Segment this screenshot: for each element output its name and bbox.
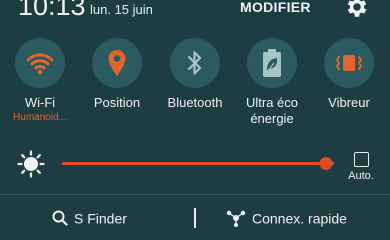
brightness-thumb[interactable] — [319, 157, 333, 170]
tile-ultra-eco-circle[interactable] — [247, 38, 297, 88]
clock: 10:13 — [18, 0, 86, 21]
wifi-icon — [26, 53, 54, 75]
search-icon — [52, 210, 68, 226]
tile-wifi-circle[interactable] — [15, 38, 65, 88]
tile-vibreur[interactable]: Vibreur — [312, 38, 386, 111]
location-pin-icon — [108, 50, 126, 76]
auto-brightness-label: Auto. — [348, 170, 374, 182]
tile-ultra-eco[interactable]: Ultra éco énergie — [235, 38, 309, 127]
vibrate-icon — [336, 55, 362, 71]
bluetooth-icon — [187, 51, 202, 75]
auto-brightness-toggle[interactable]: Auto. — [344, 152, 378, 182]
date: lun. 15 juin — [90, 2, 153, 17]
tile-position-label: Position — [93, 95, 141, 110]
quick-connect-icon — [226, 211, 246, 228]
tile-ultra-eco-label: Ultra éco énergie — [245, 95, 299, 126]
tile-wifi-network: Humanoid... — [13, 112, 67, 123]
auto-brightness-checkbox[interactable] — [353, 152, 369, 167]
tile-position-circle[interactable] — [92, 38, 142, 88]
tile-wifi[interactable]: Wi-Fi Humanoid... — [3, 38, 77, 124]
tile-bluetooth-circle[interactable] — [170, 38, 220, 88]
tile-bluetooth-label: Bluetooth — [167, 95, 223, 110]
tile-vibreur-circle[interactable] — [324, 38, 374, 88]
tile-bluetooth[interactable]: Bluetooth — [158, 38, 232, 111]
bottom-bar: S Finder Connex. rapide — [0, 195, 390, 228]
tile-vibreur-label: Vibreur — [328, 95, 370, 110]
sfinder-button[interactable]: S Finder — [52, 209, 127, 226]
brightness-slider[interactable] — [62, 157, 334, 171]
quick-connect-button[interactable]: Connex. rapide — [226, 209, 347, 228]
brightness-fill — [62, 162, 326, 165]
tile-position[interactable]: Position — [80, 38, 154, 111]
quick-connect-label: Connex. rapide — [252, 210, 347, 227]
gear-icon[interactable] — [344, 0, 370, 20]
status-bar: 10:13 lun. 15 juin MODIFIER — [0, 0, 390, 30]
tile-wifi-label: Wi-Fi — [24, 95, 56, 110]
eco-battery-icon — [263, 49, 281, 77]
sun-icon — [17, 150, 45, 178]
bottom-separator — [194, 208, 196, 228]
edit-button[interactable]: MODIFIER — [240, 0, 311, 15]
sfinder-label: S Finder — [74, 210, 127, 227]
